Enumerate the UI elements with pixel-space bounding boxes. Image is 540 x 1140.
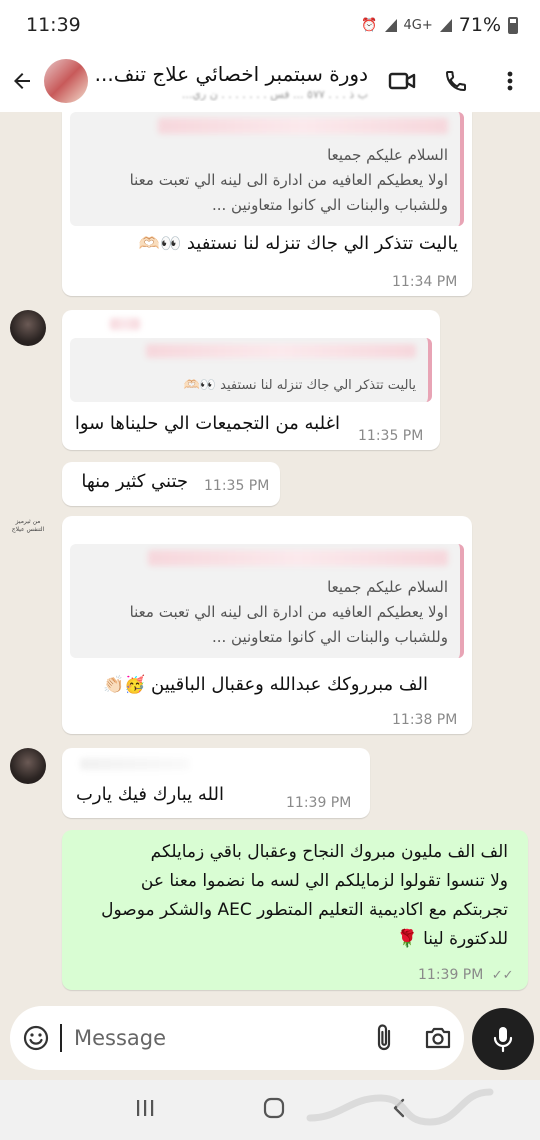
back-arrow-icon[interactable] — [2, 61, 42, 101]
quoted-line: السلام عليكم جميعا — [327, 146, 448, 164]
message-body: اغلبه من التجميعات الي حليناها سوا — [74, 413, 340, 434]
message-text: ياليت تتذكر الي جاك تنزله لنا نستفيد 👀🫶🏻 — [139, 233, 458, 254]
message-time: 11:34 PM — [392, 274, 458, 290]
outgoing-message-bubble[interactable]: الف الف مليون مبروك النجاح وعقبال باقي ز… — [62, 830, 528, 990]
sender-name-blurred — [110, 318, 140, 330]
phone-icon[interactable] — [436, 61, 476, 101]
signal-icon — [384, 18, 397, 32]
quoted-line: اولا يعطيكم العافيه من ادارة الى لينه ال… — [129, 171, 448, 189]
message-line: للدكتورة لينا 🌹 — [396, 929, 508, 949]
chat-title-block[interactable]: دورة سبتمبر اخصائي علاج تنف... ب ذ . . .… — [88, 62, 382, 101]
message-bubble[interactable]: السلام عليكم جميعا اولا يعطيكم العافيه م… — [62, 516, 472, 734]
emoji-icon[interactable] — [22, 1024, 50, 1052]
header-actions — [382, 61, 540, 101]
battery-icon — [508, 16, 518, 34]
sender-name-blurred — [80, 758, 190, 770]
status-bar: 11:39 ⏰ 4G+ 71% — [0, 0, 540, 50]
message-line: الف الف مليون مبروك النجاح وعقبال باقي ز… — [150, 842, 508, 862]
message-line: ولا تنسوا تقولوا لزمايلكم الي لسه ما نضم… — [140, 871, 508, 891]
attach-icon[interactable] — [374, 1023, 398, 1053]
quoted-sender-blurred — [158, 118, 448, 134]
message-input-bar: Message — [10, 1006, 464, 1070]
message-time-row: 11:39 PM ✓✓ — [418, 967, 514, 983]
message-emoji: 🥳👏🏻 — [102, 675, 146, 695]
status-time: 11:39 — [26, 14, 81, 36]
message-time: 11:38 PM — [392, 712, 458, 728]
quoted-message[interactable]: السلام عليكم جميعا اولا يعطيكم العافيه م… — [70, 544, 464, 658]
message-body: ياليت تتذكر الي جاك تنزله لنا نستفيد — [186, 233, 458, 254]
sender-avatar[interactable] — [10, 748, 46, 784]
nav-recents-icon[interactable] — [134, 1098, 156, 1122]
message-bubble[interactable]: جتني كثير منها 11:35 PM — [62, 462, 280, 506]
quoted-line: وللشباب والبنات الي كانوا متعاونين ... — [211, 628, 448, 646]
mic-icon — [493, 1027, 513, 1053]
quoted-line: اولا يعطيكم العافيه من ادارة الى لينه ال… — [129, 603, 448, 621]
message-time: 11:39 PM — [286, 795, 352, 811]
mic-button[interactable] — [472, 1008, 534, 1070]
signal-icon — [439, 18, 452, 32]
sender-avatar[interactable] — [10, 310, 46, 346]
network-type: 4G+ — [403, 17, 433, 33]
sender-logo-avatar[interactable]: من ثيرميز التنفس عيلاج — [8, 518, 48, 542]
message-text: الف مبرروكك عبدالله وعقبال الباقيين 🥳👏🏻 — [103, 674, 428, 695]
quoted-sender-blurred — [146, 344, 416, 358]
group-avatar[interactable] — [44, 59, 88, 103]
message-body: الف مبرروكك عبدالله وعقبال الباقيين — [151, 674, 428, 695]
battery-percent: 71% — [458, 14, 501, 36]
message-line: تجربتكم مع اكاديمية التعليم المتطور AEC … — [101, 900, 508, 920]
quoted-message[interactable]: ياليت تتذكر الي جاك تنزله لنا نستفيد 👀🫶🏻 — [70, 338, 432, 402]
message-input[interactable]: Message — [60, 1024, 374, 1052]
chat-header: دورة سبتمبر اخصائي علاج تنف... ب ذ . . .… — [0, 50, 540, 112]
camera-icon[interactable] — [424, 1025, 452, 1051]
message-bubble[interactable]: ياليت تتذكر الي جاك تنزله لنا نستفيد 👀🫶🏻… — [62, 310, 440, 450]
chat-subtitle: ب ذ . . . ٥٧٧ ... فس . . . . . . . ن ري.… — [181, 87, 368, 101]
quoted-line: السلام عليكم جميعا — [327, 578, 448, 596]
message-time: 11:39 PM — [418, 967, 484, 983]
message-body: جتني كثير منها — [81, 471, 188, 492]
quoted-message[interactable]: السلام عليكم جميعا اولا يعطيكم العافيه م… — [70, 112, 464, 226]
message-emoji: 👀🫶🏻 — [138, 234, 182, 254]
haraj-watermark-logo — [300, 1080, 520, 1136]
video-call-icon[interactable] — [382, 61, 422, 101]
message-body: الله يبارك فيك يارب — [75, 784, 224, 805]
nav-home-icon[interactable] — [263, 1097, 285, 1123]
quoted-sender-blurred — [148, 550, 448, 566]
message-time: 11:35 PM — [358, 428, 424, 444]
alarm-icon: ⏰ — [361, 17, 378, 33]
message-bubble[interactable]: الله يبارك فيك يارب 11:39 PM — [62, 748, 370, 818]
more-vert-icon[interactable] — [490, 61, 530, 101]
chat-area: السلام عليكم جميعا اولا يعطيكم العافيه م… — [0, 112, 540, 1000]
status-indicators: ⏰ 4G+ 71% — [361, 14, 518, 36]
chat-title: دورة سبتمبر اخصائي علاج تنف... — [94, 61, 368, 86]
quoted-line: وللشباب والبنات الي كانوا متعاونين ... — [211, 196, 448, 214]
message-bubble[interactable]: السلام عليكم جميعا اولا يعطيكم العافيه م… — [62, 112, 472, 296]
delivered-ticks-icon: ✓✓ — [491, 968, 514, 983]
quoted-line: ياليت تتذكر الي جاك تنزله لنا نستفيد 👀🫶🏻 — [183, 378, 416, 393]
message-time: 11:35 PM — [204, 478, 270, 494]
